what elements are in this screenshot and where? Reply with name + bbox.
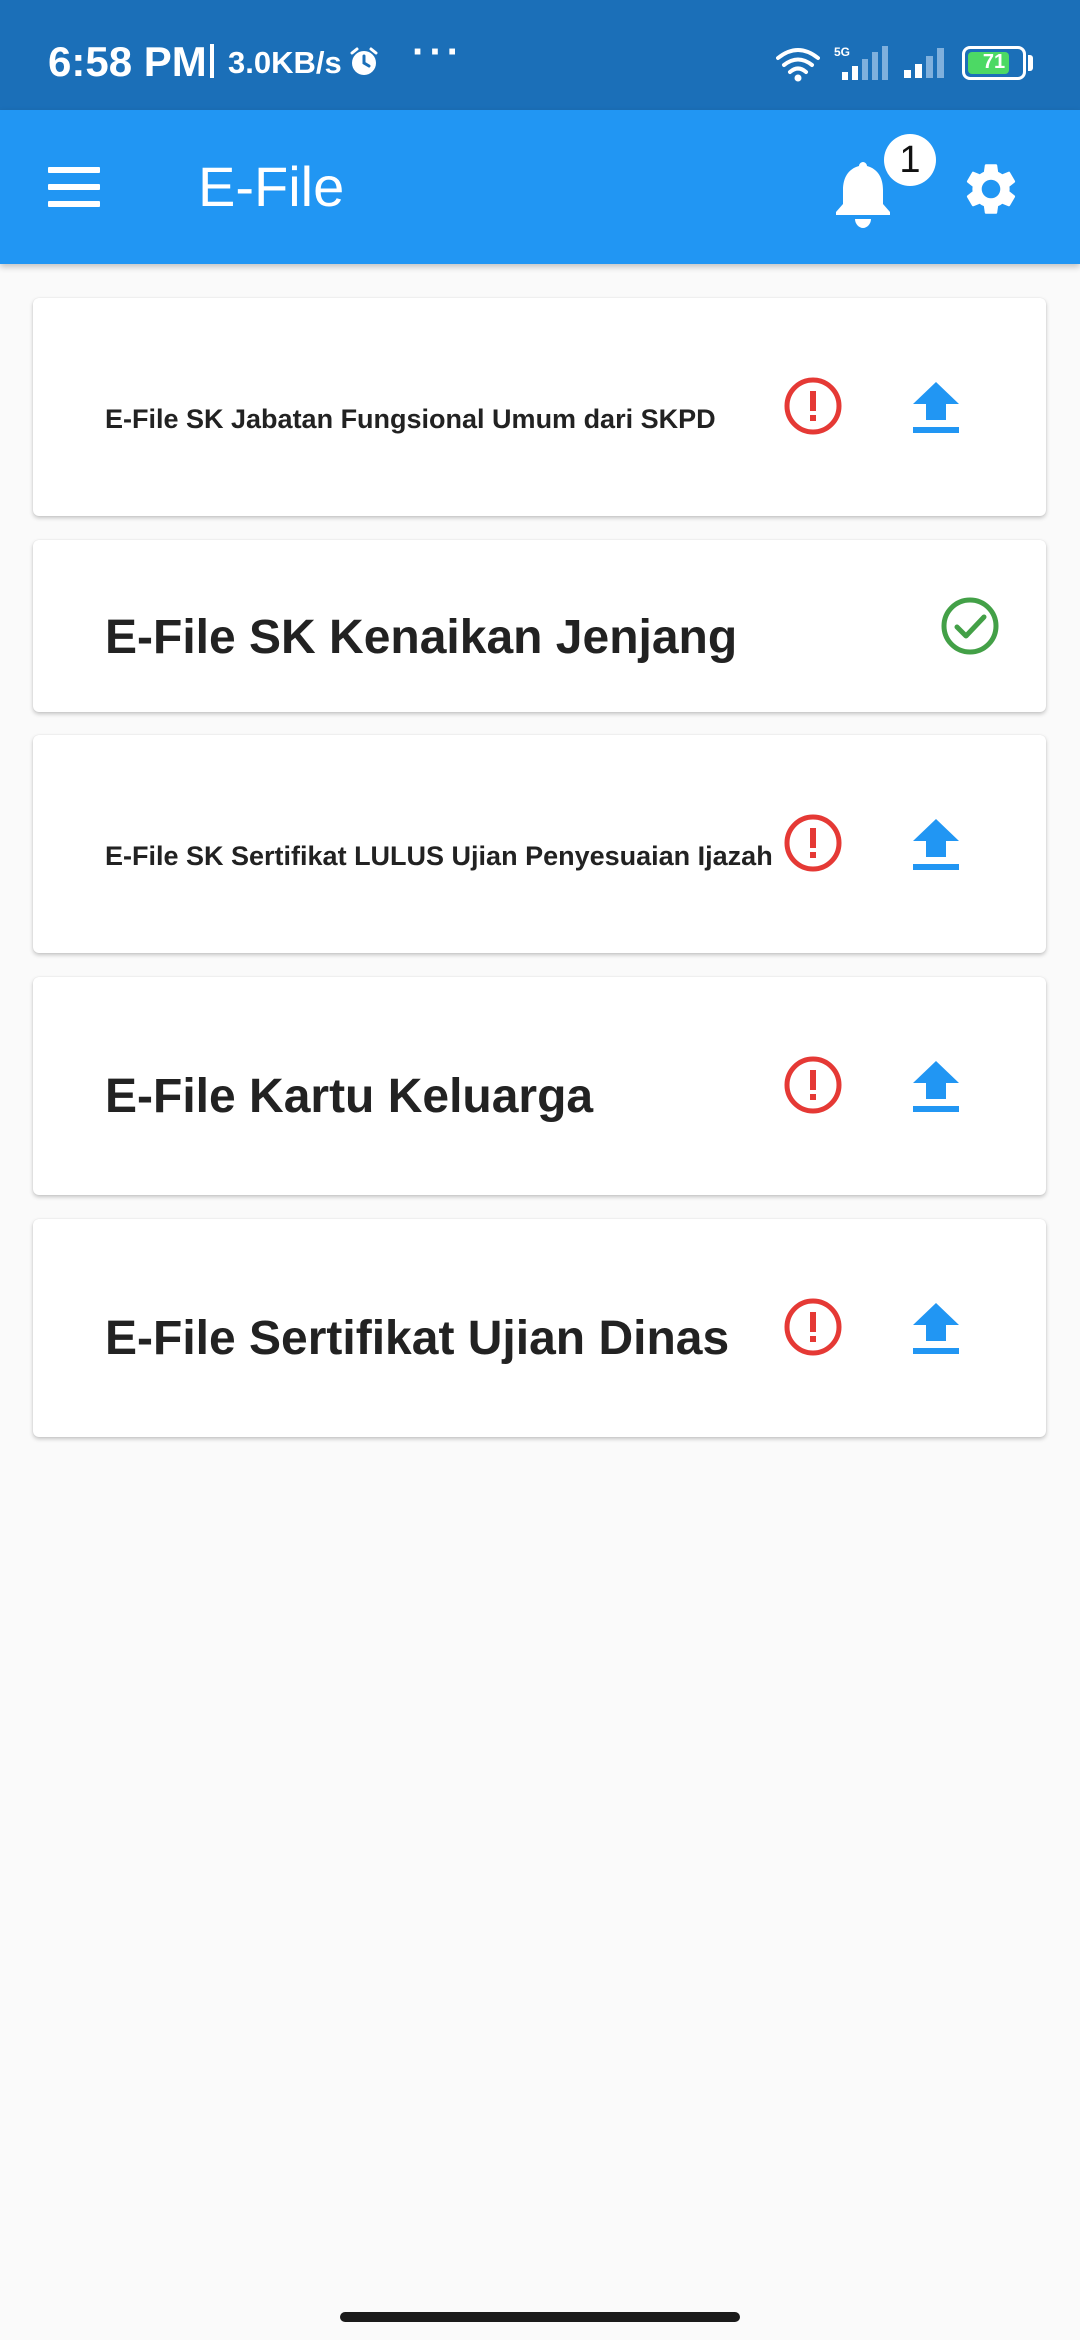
file-card[interactable]: E-File Kartu Keluarga [33,977,1046,1195]
home-indicator[interactable] [340,2312,740,2322]
status-separator [210,44,214,78]
upload-icon[interactable] [911,1059,961,1115]
wifi-icon [776,48,820,82]
file-card[interactable]: E-File SK Sertifikat LULUS Ujian Penyesu… [33,735,1046,953]
card-title: E-File SK Jabatan Fungsional Umum dari S… [105,404,716,434]
battery-tip [1028,55,1033,71]
signal-icon: 5G [834,45,888,80]
alert-icon[interactable] [783,1055,843,1115]
card-title: E-File Sertifikat Ujian Dinas [105,1312,730,1365]
file-card[interactable]: E-File SK Kenaikan Jenjang [33,540,1046,712]
page-title: E-File [198,155,345,218]
status-time: 6:58 PM [48,38,207,85]
network-type-label: 5G [834,45,850,59]
app-bar: E-File 1 [0,110,1080,264]
card-title: E-File Kartu Keluarga [105,1070,594,1123]
upload-icon[interactable] [911,380,961,436]
upload-icon[interactable] [911,817,961,873]
alarm-icon [350,47,378,75]
status-bar: 6:58 PM 3.0KB/s ··· 5G 71 [0,0,1080,110]
upload-icon[interactable] [911,1301,961,1357]
card-title: E-File SK Kenaikan Jenjang [105,611,738,664]
card-title: E-File SK Sertifikat LULUS Ujian Penyesu… [105,841,773,871]
alert-icon[interactable] [783,1297,843,1357]
check-circle-icon [941,597,999,655]
menu-icon[interactable] [48,167,104,207]
file-card[interactable]: E-File SK Jabatan Fungsional Umum dari S… [33,298,1046,516]
battery-icon: 71 [962,46,1026,80]
notification-badge: 1 [884,134,936,186]
alert-icon[interactable] [783,376,843,436]
signal-icon-secondary [904,48,944,78]
more-notifications-icon: ··· [412,30,464,74]
file-card[interactable]: E-File Sertifikat Ujian Dinas [33,1219,1046,1437]
alert-icon[interactable] [783,813,843,873]
gear-icon[interactable] [960,158,1022,220]
network-speed: 3.0KB/s [228,45,342,80]
battery-level: 71 [982,51,1006,73]
